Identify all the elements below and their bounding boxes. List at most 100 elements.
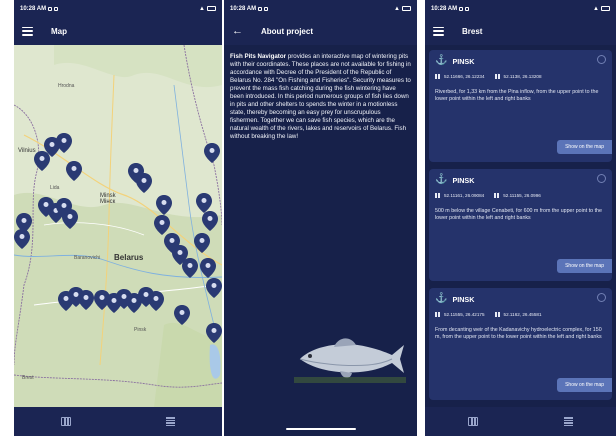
map-tab-icon[interactable] — [468, 417, 478, 426]
signal-icon: ▲ — [394, 5, 400, 12]
map-pin-icon[interactable] — [148, 291, 164, 311]
app-bar: ← About project — [224, 17, 417, 45]
signal-icon: ▲ — [593, 5, 599, 12]
map-pin-icon[interactable] — [14, 229, 30, 249]
bottom-navigation — [14, 407, 222, 436]
card-toggle-icon[interactable] — [597, 293, 606, 302]
map-pin-icon[interactable] — [78, 290, 94, 310]
notification-icon — [264, 6, 269, 11]
map-label: Baranovichi — [74, 255, 101, 261]
app-name: Fish Pits Navigator — [230, 53, 287, 60]
pit-name: PINSK — [452, 175, 475, 185]
map-label: Vilnius — [18, 148, 36, 154]
pit-card: ⚓ PINSK 52.11666, 26.12234 52.1138, 26.13… — [429, 50, 612, 162]
about-screen: 10:28 AM ▲ ← About project Fish Pits Nav… — [224, 0, 417, 436]
back-arrow-icon[interactable]: ← — [232, 25, 243, 37]
page-title: Brest — [462, 26, 483, 36]
menu-icon[interactable] — [433, 26, 444, 36]
map-view[interactable]: Hrodna Vilnius Lida Minsk Мінск Belarus … — [14, 45, 222, 407]
status-time: 10:28 AM — [431, 5, 458, 12]
status-bar: 10:28 AM ▲ — [224, 0, 417, 17]
map-pin-icon[interactable] — [182, 258, 198, 278]
map-label: Lida — [50, 185, 60, 191]
pit-name: PINSK — [452, 294, 475, 304]
about-description: Fish Pits Navigator provides an interact… — [230, 53, 411, 141]
coord-end: 52.1138, 26.13208 — [503, 74, 542, 79]
map-label: Pinsk — [134, 327, 147, 333]
status-bar: 10:28 AM ▲ — [14, 0, 222, 17]
show-on-map-button[interactable]: Show on the map — [557, 259, 612, 273]
bottom-navigation — [425, 407, 616, 436]
map-pin-icon[interactable] — [206, 323, 222, 343]
notification-icon — [48, 6, 53, 11]
coord-start: 52.11555, 26.42175 — [444, 312, 485, 317]
battery-icon — [601, 6, 610, 11]
menu-icon[interactable] — [22, 26, 33, 36]
map-tab-icon[interactable] — [61, 417, 72, 426]
map-label: Belarus — [114, 253, 144, 262]
map-label: Hrodna — [58, 83, 75, 89]
app-bar: Brest — [425, 17, 616, 45]
coordinates-icon — [435, 74, 441, 79]
map-pin-icon[interactable] — [62, 209, 78, 229]
map-pin-icon[interactable] — [204, 143, 220, 163]
map-label: Brest — [22, 375, 34, 381]
pit-card: ⚓ PINSK 52.11161, 26.09084 52.11155, 26.0… — [429, 169, 612, 281]
show-on-map-button[interactable]: Show on the map — [557, 378, 612, 392]
app-bar: Map — [14, 17, 222, 45]
page-title: Map — [51, 26, 67, 36]
coordinates-icon — [494, 74, 501, 79]
map-pin-icon[interactable] — [156, 195, 172, 215]
status-bar: 10:28 AM ▲ — [425, 0, 616, 17]
coordinates-icon — [494, 193, 500, 198]
map-label: Minsk Мінск — [100, 193, 116, 205]
card-toggle-icon[interactable] — [597, 55, 606, 64]
notification-icon — [465, 6, 470, 11]
coordinates-icon — [435, 312, 441, 317]
show-on-map-button[interactable]: Show on the map — [557, 140, 612, 154]
coord-end: 52.1162, 26.45581 — [503, 312, 542, 317]
coordinates-icon — [494, 312, 501, 317]
pit-description: From decanting weir of the Kadanavichy h… — [435, 327, 602, 340]
notification-icon — [54, 6, 59, 11]
pit-description: 500 m below the village Cenabeti, for 60… — [435, 208, 602, 221]
map-pin-icon[interactable] — [202, 211, 218, 231]
coord-start: 52.11161, 26.09084 — [444, 193, 485, 198]
pit-description: Riverbed, for 1,33 km from the Pina infl… — [435, 89, 599, 102]
map-pin-icon[interactable] — [200, 258, 216, 278]
map-pin-icon[interactable] — [206, 278, 222, 298]
card-toggle-icon[interactable] — [597, 174, 606, 183]
map-screen: 10:28 AM ▲ Map Hrodna Vilnius Lida Minsk… — [14, 0, 222, 436]
brest-list-screen: 10:28 AM ▲ Brest ⚓ PINSK 52.11666, 26.122… — [425, 0, 616, 436]
status-time: 10:28 AM — [230, 5, 257, 12]
anchor-icon: ⚓ — [435, 293, 448, 304]
battery-icon — [207, 6, 216, 11]
pit-name: PINSK — [452, 56, 475, 66]
pit-card: ⚓ PINSK 52.11555, 26.42175 52.1162, 26.45… — [429, 288, 612, 400]
pits-list: ⚓ PINSK 52.11666, 26.12234 52.1138, 26.13… — [425, 45, 616, 407]
status-time: 10:28 AM — [20, 5, 47, 12]
map-pin-icon[interactable] — [194, 233, 210, 253]
map-pin-icon[interactable] — [66, 161, 82, 181]
about-content: Fish Pits Navigator provides an interact… — [224, 45, 417, 436]
notification-icon — [459, 6, 464, 11]
page-title: About project — [261, 26, 313, 36]
battery-icon — [402, 6, 411, 11]
map-markers-layer — [14, 133, 222, 343]
map-pin-icon[interactable] — [34, 151, 50, 171]
anchor-icon: ⚓ — [435, 174, 448, 185]
map-pin-icon[interactable] — [136, 173, 152, 193]
map-pin-icon[interactable] — [196, 193, 212, 213]
notification-icon — [258, 6, 263, 11]
list-tab-icon[interactable] — [564, 417, 573, 426]
home-indicator — [286, 428, 356, 430]
map-pin-icon[interactable] — [174, 305, 190, 325]
signal-icon: ▲ — [199, 5, 205, 12]
list-tab-icon[interactable] — [165, 417, 175, 426]
fish-illustration — [294, 338, 406, 383]
anchor-icon: ⚓ — [435, 55, 448, 66]
map-pin-icon[interactable] — [154, 215, 170, 235]
coordinates-icon — [435, 193, 441, 198]
about-text: provides an interactive map of wintering… — [230, 53, 411, 140]
coord-start: 52.11666, 26.12234 — [444, 74, 485, 79]
